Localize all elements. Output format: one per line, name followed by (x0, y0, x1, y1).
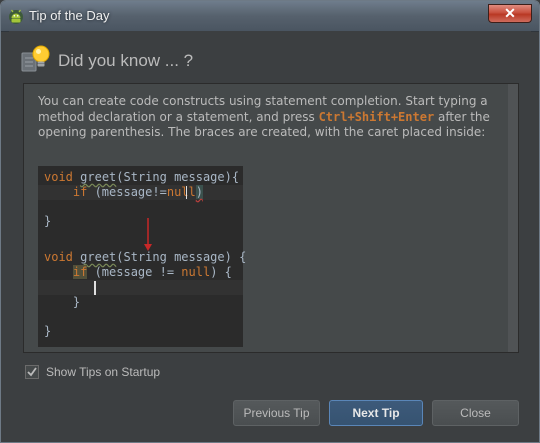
android-icon (9, 9, 23, 24)
tip-scrollbar[interactable] (508, 84, 518, 352)
checkmark-icon (27, 367, 37, 377)
code-line: if (message!=null) (72, 185, 203, 199)
tip-text: You can create code constructs using sta… (38, 94, 500, 141)
show-tips-on-startup-checkbox[interactable]: Show Tips on Startup (25, 364, 160, 380)
code-line: } (72, 295, 81, 309)
lightbulb-icon (21, 45, 50, 72)
code-line: void greet(String message){ (44, 170, 240, 184)
close-icon: ✕ (504, 5, 516, 21)
title-bar[interactable]: Tip of the Day ✕ (1, 1, 539, 32)
code-line: void greet(String message) { (44, 250, 247, 264)
tip-panel[interactable]: You can create code constructs using sta… (23, 83, 519, 353)
did-you-know-heading: Did you know ... ? (58, 51, 194, 70)
down-arrow-icon (144, 218, 152, 251)
tip-of-the-day-dialog: Tip of the Day ✕ Did you know ... ? You … (0, 0, 540, 443)
text-caret (186, 186, 187, 199)
next-tip-button[interactable]: Next Tip (329, 400, 423, 426)
checkbox-box[interactable] (25, 365, 39, 379)
text-caret (94, 281, 96, 295)
code-sample: void greet(String message){ if (message!… (38, 166, 247, 347)
code-line: if (message != null) { (72, 265, 232, 279)
shortcut-text: Ctrl+Shift+Enter (318, 109, 435, 124)
close-button[interactable]: Close (432, 400, 519, 426)
dialog-content: Did you know ... ? You can create code c… (9, 31, 531, 436)
code-line: } (44, 214, 52, 228)
window-close-button[interactable]: ✕ (488, 4, 532, 23)
current-line-highlight (38, 280, 243, 295)
window-title: Tip of the Day (29, 8, 110, 23)
previous-tip-button[interactable]: Previous Tip (233, 400, 320, 426)
code-line: } (44, 324, 52, 338)
show-tips-label: Show Tips on Startup (46, 365, 161, 379)
